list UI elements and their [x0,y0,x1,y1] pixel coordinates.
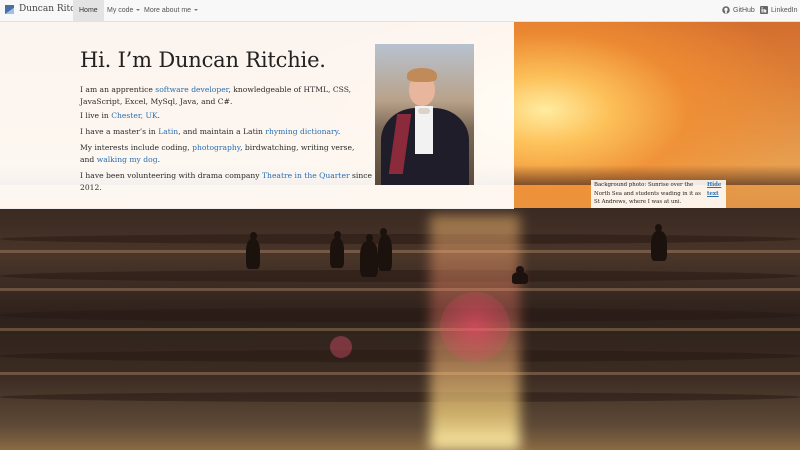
text: My interests include coding, [80,143,193,152]
wave-foam [0,288,800,291]
photo-hair [407,68,437,82]
nav-github[interactable]: GitHub [722,0,755,21]
intro-paragraph-skills: I am an apprentice software developer, k… [80,84,365,108]
wave [0,234,800,244]
navbar: Duncan Ritchie Home My code More about m… [0,0,800,22]
caret-down-icon [194,9,199,12]
nav-home-label: Home [79,7,98,14]
wave-foam [0,328,800,331]
lens-flare [330,336,352,358]
linkedin-icon [760,6,768,15]
wave [0,392,800,402]
profile-photo [375,44,474,185]
chester-link[interactable]: Chester, UK [111,111,157,120]
nav-linkedin-label: LinkedIn [771,7,798,14]
nav-home[interactable]: Home [73,0,104,21]
rhyming-dictionary-link[interactable]: rhyming dictionary [265,127,338,136]
text: , and maintain a Latin [178,127,266,136]
nav-github-label: GitHub [733,7,755,14]
nav-more-about-me-dropdown[interactable]: More about me [138,0,204,21]
person-silhouette [651,231,667,261]
nav-linkedin[interactable]: LinkedIn [760,0,797,21]
intro-paragraph-volunteering: I have been volunteering with drama comp… [80,170,380,194]
github-icon [722,6,730,14]
text: I am an apprentice [80,85,156,94]
hide-text-link[interactable]: Hide text [707,181,725,198]
theatre-in-the-quarter-link[interactable]: Theatre in the Quarter [262,171,350,180]
wave [0,270,800,282]
person-silhouette [330,238,344,268]
walking-my-dog-link[interactable]: walking my dog [97,155,158,164]
background-caption: Background photo: Sunrise over the North… [591,180,726,208]
wave [0,308,800,322]
software-developer-link[interactable]: software developer [155,85,228,94]
intro-paragraph-location: I live in Chester, UK. [80,110,365,122]
text: I live in [80,111,112,120]
photo-bow-tie [418,108,430,114]
nav-more-about-me-label: More about me [144,7,192,14]
intro-paragraph-latin: I have a master’s in Latin, and maintain… [80,126,365,138]
wave [0,350,800,362]
text: . [337,127,341,136]
text: . [157,155,160,164]
text: I have a master’s in [80,127,159,136]
photography-link[interactable]: photography [192,143,240,152]
person-silhouette [378,235,392,271]
person-silhouette [246,239,260,269]
wave-foam [0,250,800,253]
person-silhouette [512,272,528,284]
wave-foam [0,372,800,375]
intro-paragraph-interests: My interests include coding, photography… [80,142,365,166]
nav-my-code-label: My code [107,7,134,14]
latin-link[interactable]: Latin [158,127,178,136]
lens-flare [440,292,510,362]
site-logo-icon [5,5,14,14]
text: I have been volunteering with drama comp… [80,171,262,180]
person-silhouette [360,241,378,277]
text: . [157,111,160,120]
page-title: Hi. I’m Duncan Ritchie. [80,48,326,72]
caption-text: Background photo: Sunrise over the North… [594,182,701,205]
